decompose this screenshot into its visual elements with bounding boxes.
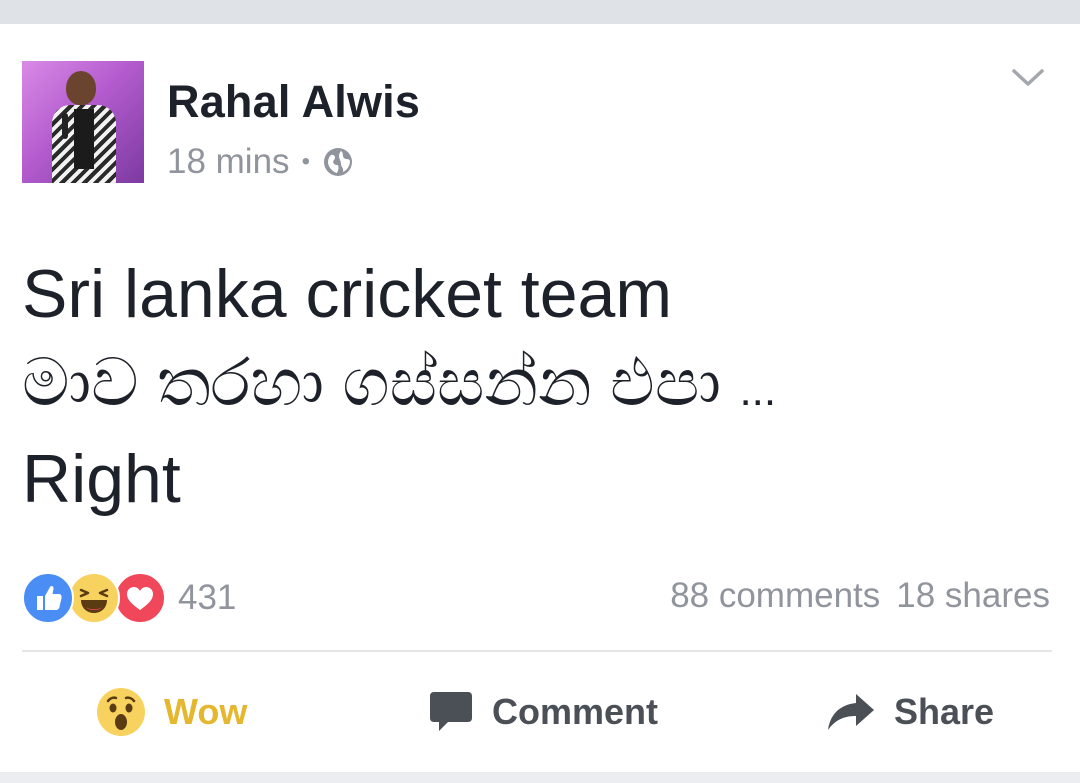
- post-ellipsis: ...: [739, 366, 777, 415]
- status-strip: [0, 0, 1080, 24]
- reaction-count: 431: [178, 578, 237, 617]
- comment-icon: [428, 690, 474, 734]
- love-reaction-icon: [114, 572, 166, 624]
- post-card: Rahal Alwis 18 mins • Sri lanka cricket …: [0, 24, 1080, 772]
- engagement-counts: 88 comments 18 shares: [670, 576, 1050, 616]
- author-name[interactable]: Rahal Alwis: [167, 76, 420, 128]
- post-line-2-text: මාව තරහා ගස්සන්න එපා: [22, 345, 722, 419]
- post-line-2: මාව තරහා ගස්සන්න එපා ...: [22, 338, 1052, 435]
- share-label: Share: [894, 691, 995, 732]
- wow-label: Wow: [164, 691, 248, 732]
- post-meta: 18 mins •: [167, 142, 354, 182]
- chevron-down-icon[interactable]: [1010, 66, 1046, 90]
- meta-separator: •: [301, 148, 310, 175]
- avatar[interactable]: [22, 61, 144, 183]
- share-button[interactable]: Share: [826, 684, 994, 740]
- shares-count[interactable]: 18 shares: [896, 576, 1050, 616]
- comment-button[interactable]: Comment: [428, 684, 658, 740]
- comment-label: Comment: [492, 691, 659, 732]
- wow-button[interactable]: Wow: [96, 684, 247, 740]
- post-text: Sri lanka cricket team මාව තරහා ගස්සන්න …: [22, 250, 1052, 523]
- post-time[interactable]: 18 mins: [167, 142, 290, 182]
- share-icon: [826, 690, 876, 734]
- globe-icon[interactable]: [322, 146, 354, 178]
- post-line-3: Right: [22, 441, 181, 517]
- post-line-1: Sri lanka cricket team: [22, 256, 672, 332]
- comments-count[interactable]: 88 comments: [670, 576, 880, 616]
- like-reaction-icon: [22, 572, 74, 624]
- reaction-summary[interactable]: 431: [22, 572, 236, 624]
- bottom-strip: [0, 772, 1080, 783]
- divider: [22, 650, 1052, 652]
- haha-reaction-icon: [68, 572, 120, 624]
- wow-icon: [96, 687, 146, 737]
